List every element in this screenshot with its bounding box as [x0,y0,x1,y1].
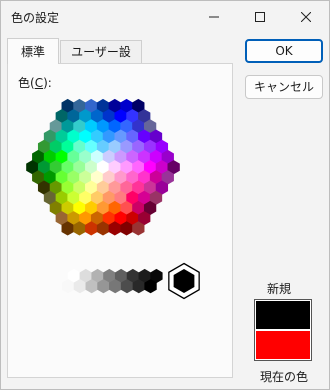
standard-colors-panel: 色(C): [7,63,233,378]
ok-button[interactable]: OK [245,39,323,63]
tab-custom[interactable]: ユーザー設定 [60,40,142,82]
minimize-icon [209,16,219,18]
tab-standard[interactable]: 標準 [7,38,59,64]
title-bar: 色の設定 [1,1,329,33]
cancel-button[interactable]: キャンセル [245,75,323,99]
new-color-swatch [256,301,310,329]
current-color-label: 現在の色 [260,370,309,384]
minimize-button[interactable] [191,1,237,33]
window-title: 色の設定 [11,11,60,25]
color-preview [254,299,312,361]
close-icon [301,12,311,22]
color-dialog: 色の設定 標準 ユーザー設定 色(C): OK キャンセル 新規 現在の色 [0,0,330,390]
maximize-button[interactable] [237,1,283,33]
color-honeycomb[interactable] [8,64,234,379]
close-button[interactable] [283,1,329,33]
maximize-icon [255,12,265,22]
new-color-label: 新規 [267,282,292,296]
current-color-swatch [256,331,310,359]
